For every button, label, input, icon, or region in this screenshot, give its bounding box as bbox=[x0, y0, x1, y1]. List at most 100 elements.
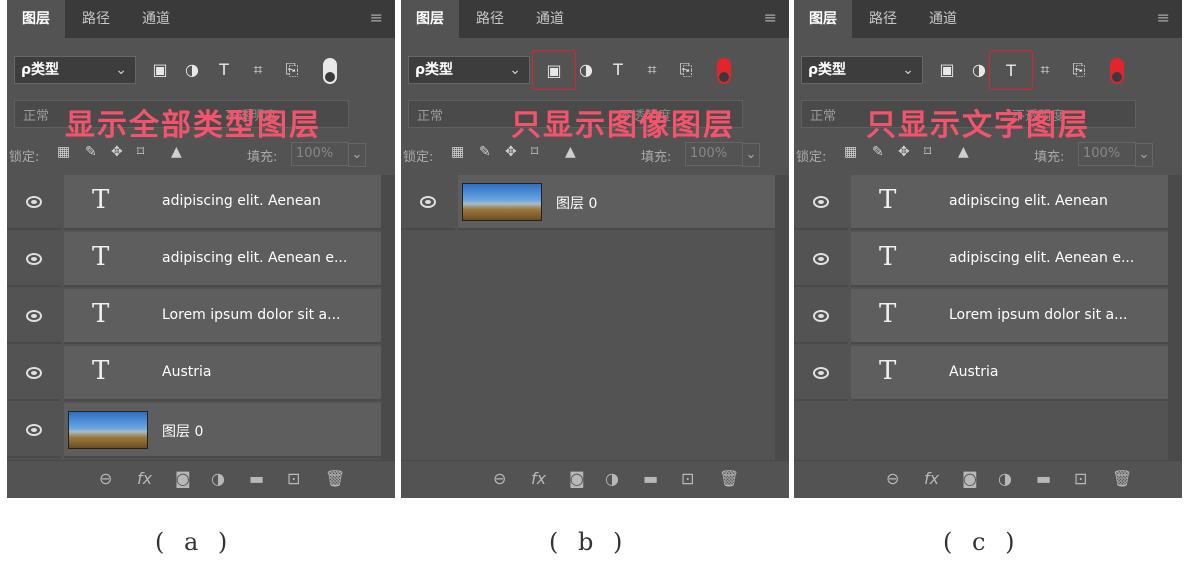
adjustment-icon[interactable]: ◑ bbox=[605, 469, 619, 488]
lock-paint-icon[interactable]: ✎ bbox=[479, 144, 491, 160]
visibility-toggle[interactable] bbox=[794, 175, 848, 230]
image-filter-icon[interactable]: ▣ bbox=[147, 56, 173, 84]
link-icon[interactable]: ⊖ bbox=[886, 469, 899, 488]
layer-content[interactable]: 图层 0 bbox=[458, 175, 775, 230]
filter-toggle-switch[interactable] bbox=[1110, 58, 1124, 84]
folder-icon[interactable]: ▬ bbox=[249, 469, 264, 488]
shape-filter-icon[interactable]: ⌗ bbox=[245, 56, 271, 84]
lock-artboard-icon[interactable]: ⌑ bbox=[137, 144, 144, 160]
lock-artboard-icon[interactable]: ⌑ bbox=[531, 144, 538, 160]
mask-icon[interactable]: ◙ bbox=[175, 469, 191, 488]
fill-input[interactable]: 100% ⌄ bbox=[685, 142, 760, 167]
smart-object-filter-icon[interactable]: ⎘ bbox=[1066, 56, 1092, 84]
visibility-toggle[interactable] bbox=[7, 289, 61, 344]
layer-row[interactable]: Tadipiscing elit. Aenean bbox=[794, 175, 1168, 230]
new-layer-icon[interactable]: ⊡ bbox=[287, 469, 300, 488]
layer-row[interactable]: T Lorem ipsum dolor sit a... bbox=[794, 289, 1168, 344]
shape-filter-icon[interactable]: ⌗ bbox=[639, 56, 665, 84]
lock-all-icon[interactable]: ▲ bbox=[565, 144, 576, 160]
lock-paint-icon[interactable]: ✎ bbox=[872, 144, 884, 160]
lock-all-icon[interactable]: ▲ bbox=[171, 144, 182, 160]
layer-content[interactable]: 图层 0 bbox=[64, 403, 381, 458]
lock-position-icon[interactable]: ✥ bbox=[505, 144, 517, 160]
tab-2[interactable]: 通道 bbox=[521, 0, 579, 38]
panel-menu-icon[interactable]: ≡ bbox=[764, 8, 777, 27]
visibility-toggle[interactable] bbox=[7, 403, 61, 458]
lock-all-icon[interactable]: ▲ bbox=[958, 144, 969, 160]
fx-icon[interactable]: fx bbox=[137, 469, 152, 488]
fill-input[interactable]: 100% ⌄ bbox=[1078, 142, 1153, 167]
shape-filter-icon[interactable]: ⌗ bbox=[1032, 56, 1058, 84]
type-filter-icon[interactable]: T bbox=[605, 56, 631, 84]
layer-row[interactable]: Tadipiscing elit. Aenean e... bbox=[794, 232, 1168, 287]
smart-object-filter-icon[interactable]: ⎘ bbox=[673, 56, 699, 84]
visibility-toggle[interactable] bbox=[7, 175, 61, 230]
visibility-toggle[interactable] bbox=[794, 289, 848, 344]
tab-2[interactable]: 通道 bbox=[914, 0, 972, 38]
layer-scrollbar[interactable] bbox=[775, 175, 789, 460]
lock-transparent-icon[interactable]: ▦ bbox=[57, 144, 70, 160]
layer-row[interactable]: 图层 0 bbox=[401, 175, 775, 230]
smart-object-filter-icon[interactable]: ⎘ bbox=[279, 56, 305, 84]
fx-icon[interactable]: fx bbox=[531, 469, 546, 488]
visibility-toggle[interactable] bbox=[794, 232, 848, 287]
layer-row[interactable]: T Austria bbox=[7, 346, 381, 401]
layer-content[interactable]: Tadipiscing elit. Aenean bbox=[851, 175, 1168, 230]
panel-menu-icon[interactable]: ≡ bbox=[370, 8, 383, 27]
tab-1[interactable]: 路径 bbox=[67, 0, 125, 38]
layer-content[interactable]: Tadipiscing elit. Aenean e... bbox=[64, 232, 381, 287]
adjustment-icon[interactable]: ◑ bbox=[211, 469, 225, 488]
mask-icon[interactable]: ◙ bbox=[962, 469, 978, 488]
panel-menu-icon[interactable]: ≡ bbox=[1157, 8, 1170, 27]
visibility-toggle[interactable] bbox=[794, 346, 848, 401]
lock-position-icon[interactable]: ✥ bbox=[111, 144, 123, 160]
visibility-toggle[interactable] bbox=[7, 346, 61, 401]
filter-kind-select[interactable]: ρ类型 ⌄ bbox=[801, 56, 923, 84]
type-filter-icon[interactable]: T bbox=[211, 56, 237, 84]
lock-transparent-icon[interactable]: ▦ bbox=[451, 144, 464, 160]
fx-icon[interactable]: fx bbox=[924, 469, 939, 488]
adjustment-filter-icon[interactable]: ◑ bbox=[573, 56, 599, 84]
image-filter-icon[interactable]: ▣ bbox=[934, 56, 960, 84]
filter-kind-select[interactable]: ρ类型 ⌄ bbox=[14, 56, 136, 84]
type-filter-icon[interactable]: T bbox=[989, 50, 1033, 90]
tab-1[interactable]: 路径 bbox=[854, 0, 912, 38]
visibility-toggle[interactable] bbox=[401, 175, 455, 230]
link-icon[interactable]: ⊖ bbox=[493, 469, 506, 488]
tab-2[interactable]: 通道 bbox=[127, 0, 185, 38]
layer-scrollbar[interactable] bbox=[381, 175, 395, 460]
filter-toggle-switch[interactable] bbox=[323, 58, 337, 84]
folder-icon[interactable]: ▬ bbox=[643, 469, 658, 488]
trash-icon[interactable]: 🗑 bbox=[719, 469, 739, 488]
trash-icon[interactable]: 🗑 bbox=[325, 469, 345, 488]
tab-0[interactable]: 图层 bbox=[401, 0, 459, 38]
filter-kind-select[interactable]: ρ类型 ⌄ bbox=[408, 56, 530, 84]
lock-paint-icon[interactable]: ✎ bbox=[85, 144, 97, 160]
new-layer-icon[interactable]: ⊡ bbox=[681, 469, 694, 488]
link-icon[interactable]: ⊖ bbox=[99, 469, 112, 488]
trash-icon[interactable]: 🗑 bbox=[1112, 469, 1132, 488]
tab-0[interactable]: 图层 bbox=[7, 0, 65, 38]
lock-transparent-icon[interactable]: ▦ bbox=[844, 144, 857, 160]
mask-icon[interactable]: ◙ bbox=[569, 469, 585, 488]
folder-icon[interactable]: ▬ bbox=[1036, 469, 1051, 488]
layer-content[interactable]: T Lorem ipsum dolor sit a... bbox=[64, 289, 381, 344]
lock-position-icon[interactable]: ✥ bbox=[898, 144, 910, 160]
adjustment-icon[interactable]: ◑ bbox=[998, 469, 1012, 488]
layer-row[interactable]: Tadipiscing elit. Aenean bbox=[7, 175, 381, 230]
layer-content[interactable]: T Lorem ipsum dolor sit a... bbox=[851, 289, 1168, 344]
layer-content[interactable]: Tadipiscing elit. Aenean bbox=[64, 175, 381, 230]
layer-content[interactable]: Tadipiscing elit. Aenean e... bbox=[851, 232, 1168, 287]
layer-row[interactable]: T Lorem ipsum dolor sit a... bbox=[7, 289, 381, 344]
layer-row[interactable]: 图层 0 bbox=[7, 403, 381, 458]
layer-row[interactable]: Tadipiscing elit. Aenean e... bbox=[7, 232, 381, 287]
layer-scrollbar[interactable] bbox=[1168, 175, 1182, 460]
layer-content[interactable]: T Austria bbox=[64, 346, 381, 401]
adjustment-filter-icon[interactable]: ◑ bbox=[179, 56, 205, 84]
tab-0[interactable]: 图层 bbox=[794, 0, 852, 38]
filter-toggle-switch[interactable] bbox=[717, 58, 731, 84]
fill-input[interactable]: 100% ⌄ bbox=[291, 142, 366, 167]
image-filter-icon[interactable]: ▣ bbox=[532, 50, 576, 90]
layer-row[interactable]: T Austria bbox=[794, 346, 1168, 401]
new-layer-icon[interactable]: ⊡ bbox=[1074, 469, 1087, 488]
